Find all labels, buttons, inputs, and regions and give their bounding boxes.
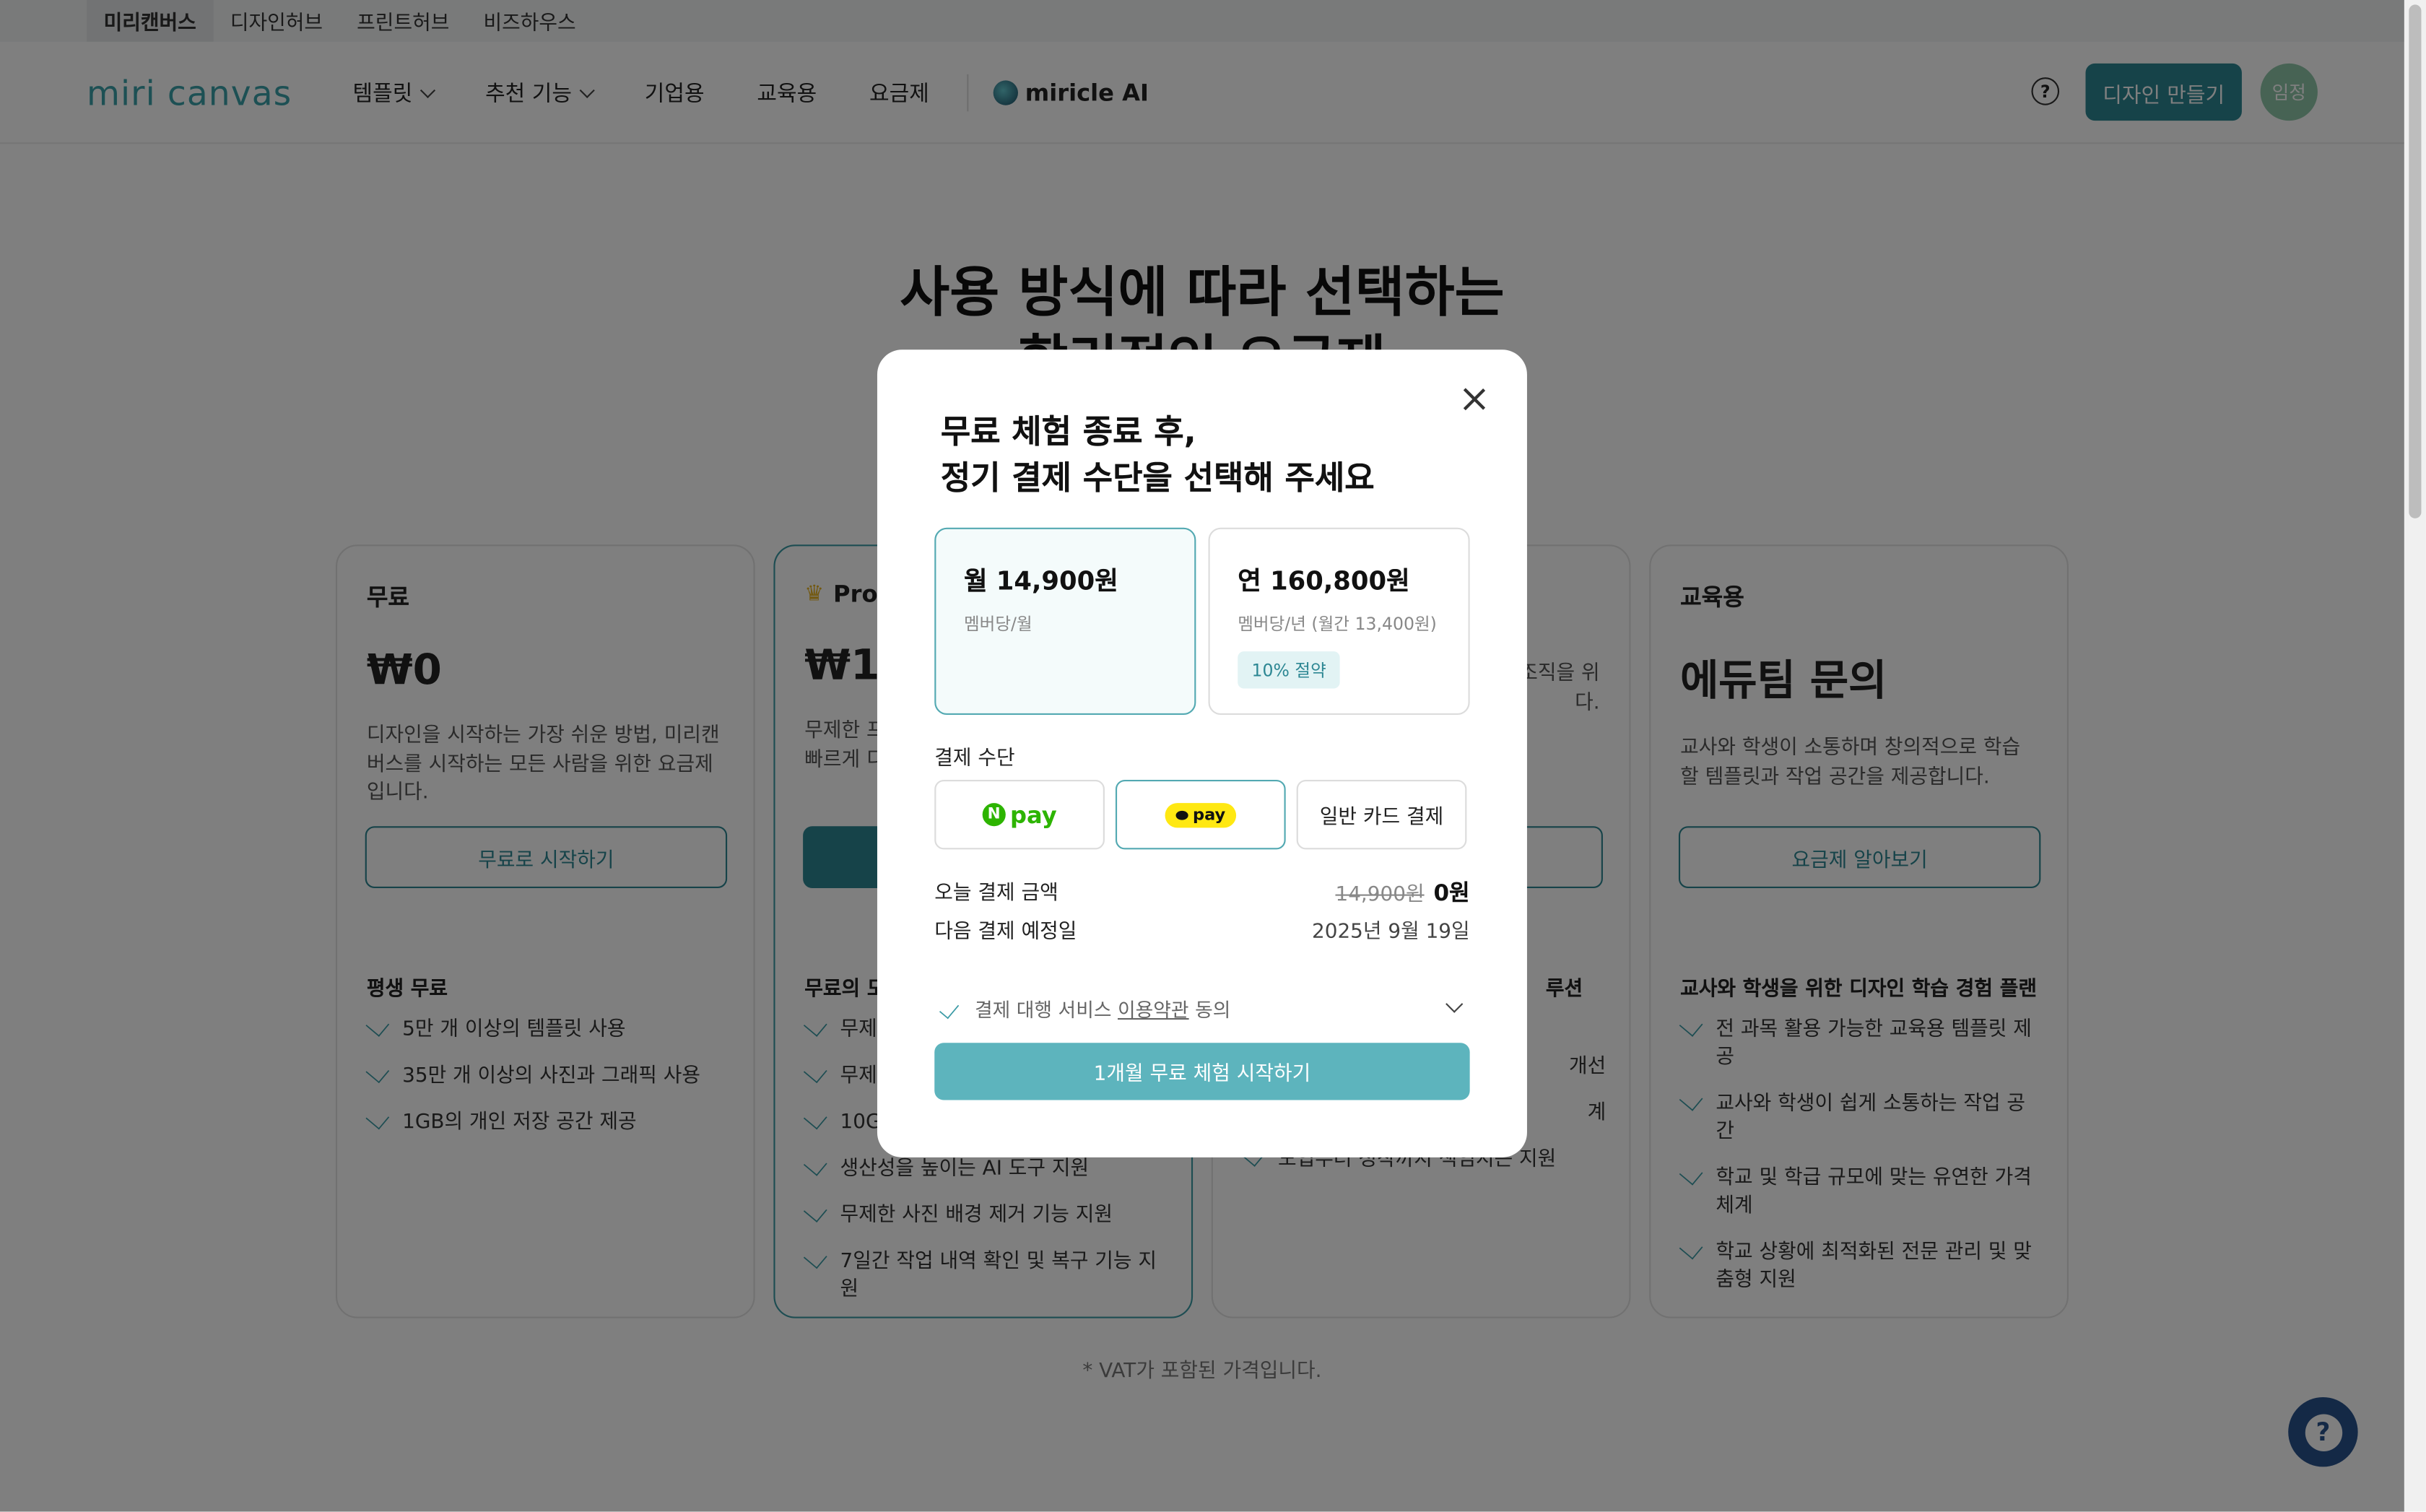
payment-modal: 무료 체험 종료 후, 정기 결제 수단을 선택해 주세요 월 14,900원 … (877, 349, 1527, 1157)
kakaopay-option[interactable]: pay (1115, 779, 1286, 850)
monthly-plan-option[interactable]: 월 14,900원 멤버당/월 (934, 527, 1196, 715)
speech-bubble-icon (1175, 809, 1188, 820)
billing-period-options: 월 14,900원 멤버당/월 연 160,800원 멤버당/년 (월간 13,… (934, 527, 1482, 715)
kakaopay-label: pay (1192, 805, 1226, 825)
payment-method-label: 결제 수단 (934, 747, 1015, 771)
today-amount-label: 오늘 결제 금액 (934, 882, 1058, 905)
plan-unit: 멤버당/년 (월간 13,400원) (1238, 614, 1437, 635)
agree-text-pre: 결제 대행 서비스 (974, 998, 1118, 1022)
naverpay-label: pay (1010, 800, 1057, 829)
plan-amount: 연 160,800원 (1238, 566, 1410, 596)
discount-badge: 10% 절약 (1238, 651, 1341, 689)
terms-agreement[interactable]: 결제 대행 서비스 이용약관 동의 (934, 994, 1469, 1023)
original-price: 14,900원 (1335, 883, 1425, 907)
naverpay-logo: Npay (982, 800, 1057, 829)
discounted-price: 0원 (1433, 882, 1470, 907)
modal-title: 무료 체험 종료 후, 정기 결제 수단을 선택해 주세요 (941, 409, 1470, 502)
chevron-down-icon[interactable] (1445, 995, 1464, 1013)
start-trial-button[interactable]: 1개월 무료 체험 시작하기 (934, 1043, 1470, 1100)
plan-unit: 멤버당/월 (963, 614, 1032, 635)
agree-text-post: 동의 (1188, 998, 1231, 1022)
next-payment-row: 다음 결제 예정일 2025년 9월 19일 (934, 914, 1469, 944)
modal-title-line1: 무료 체험 종료 후, (940, 413, 1196, 451)
next-payment-date: 2025년 9월 19일 (1311, 920, 1470, 944)
payment-methods: Npay pay 일반 카드 결제 (934, 779, 1477, 850)
kakaopay-logo: pay (1165, 802, 1237, 827)
today-amount-value: 14,900원 0원 (1335, 876, 1469, 908)
check-icon[interactable] (939, 997, 960, 1019)
scrollbar[interactable] (2404, 0, 2426, 1512)
naver-n-icon: N (982, 803, 1006, 827)
naverpay-option[interactable]: Npay (934, 779, 1105, 850)
scrollbar-thumb[interactable] (2409, 4, 2422, 518)
today-amount-row: 오늘 결제 금액 14,900원 0원 (934, 876, 1469, 908)
terms-link[interactable]: 이용약관 (1118, 994, 1189, 1023)
close-icon[interactable] (1459, 383, 1490, 414)
plan-amount: 월 14,900원 (963, 566, 1118, 596)
yearly-plan-option[interactable]: 연 160,800원 멤버당/년 (월간 13,400원) 10% 절약 (1208, 527, 1470, 715)
card-payment-option[interactable]: 일반 카드 결제 (1296, 779, 1467, 850)
modal-title-line2: 정기 결제 수단을 선택해 주세요 (940, 459, 1375, 497)
next-payment-label: 다음 결제 예정일 (934, 920, 1077, 944)
